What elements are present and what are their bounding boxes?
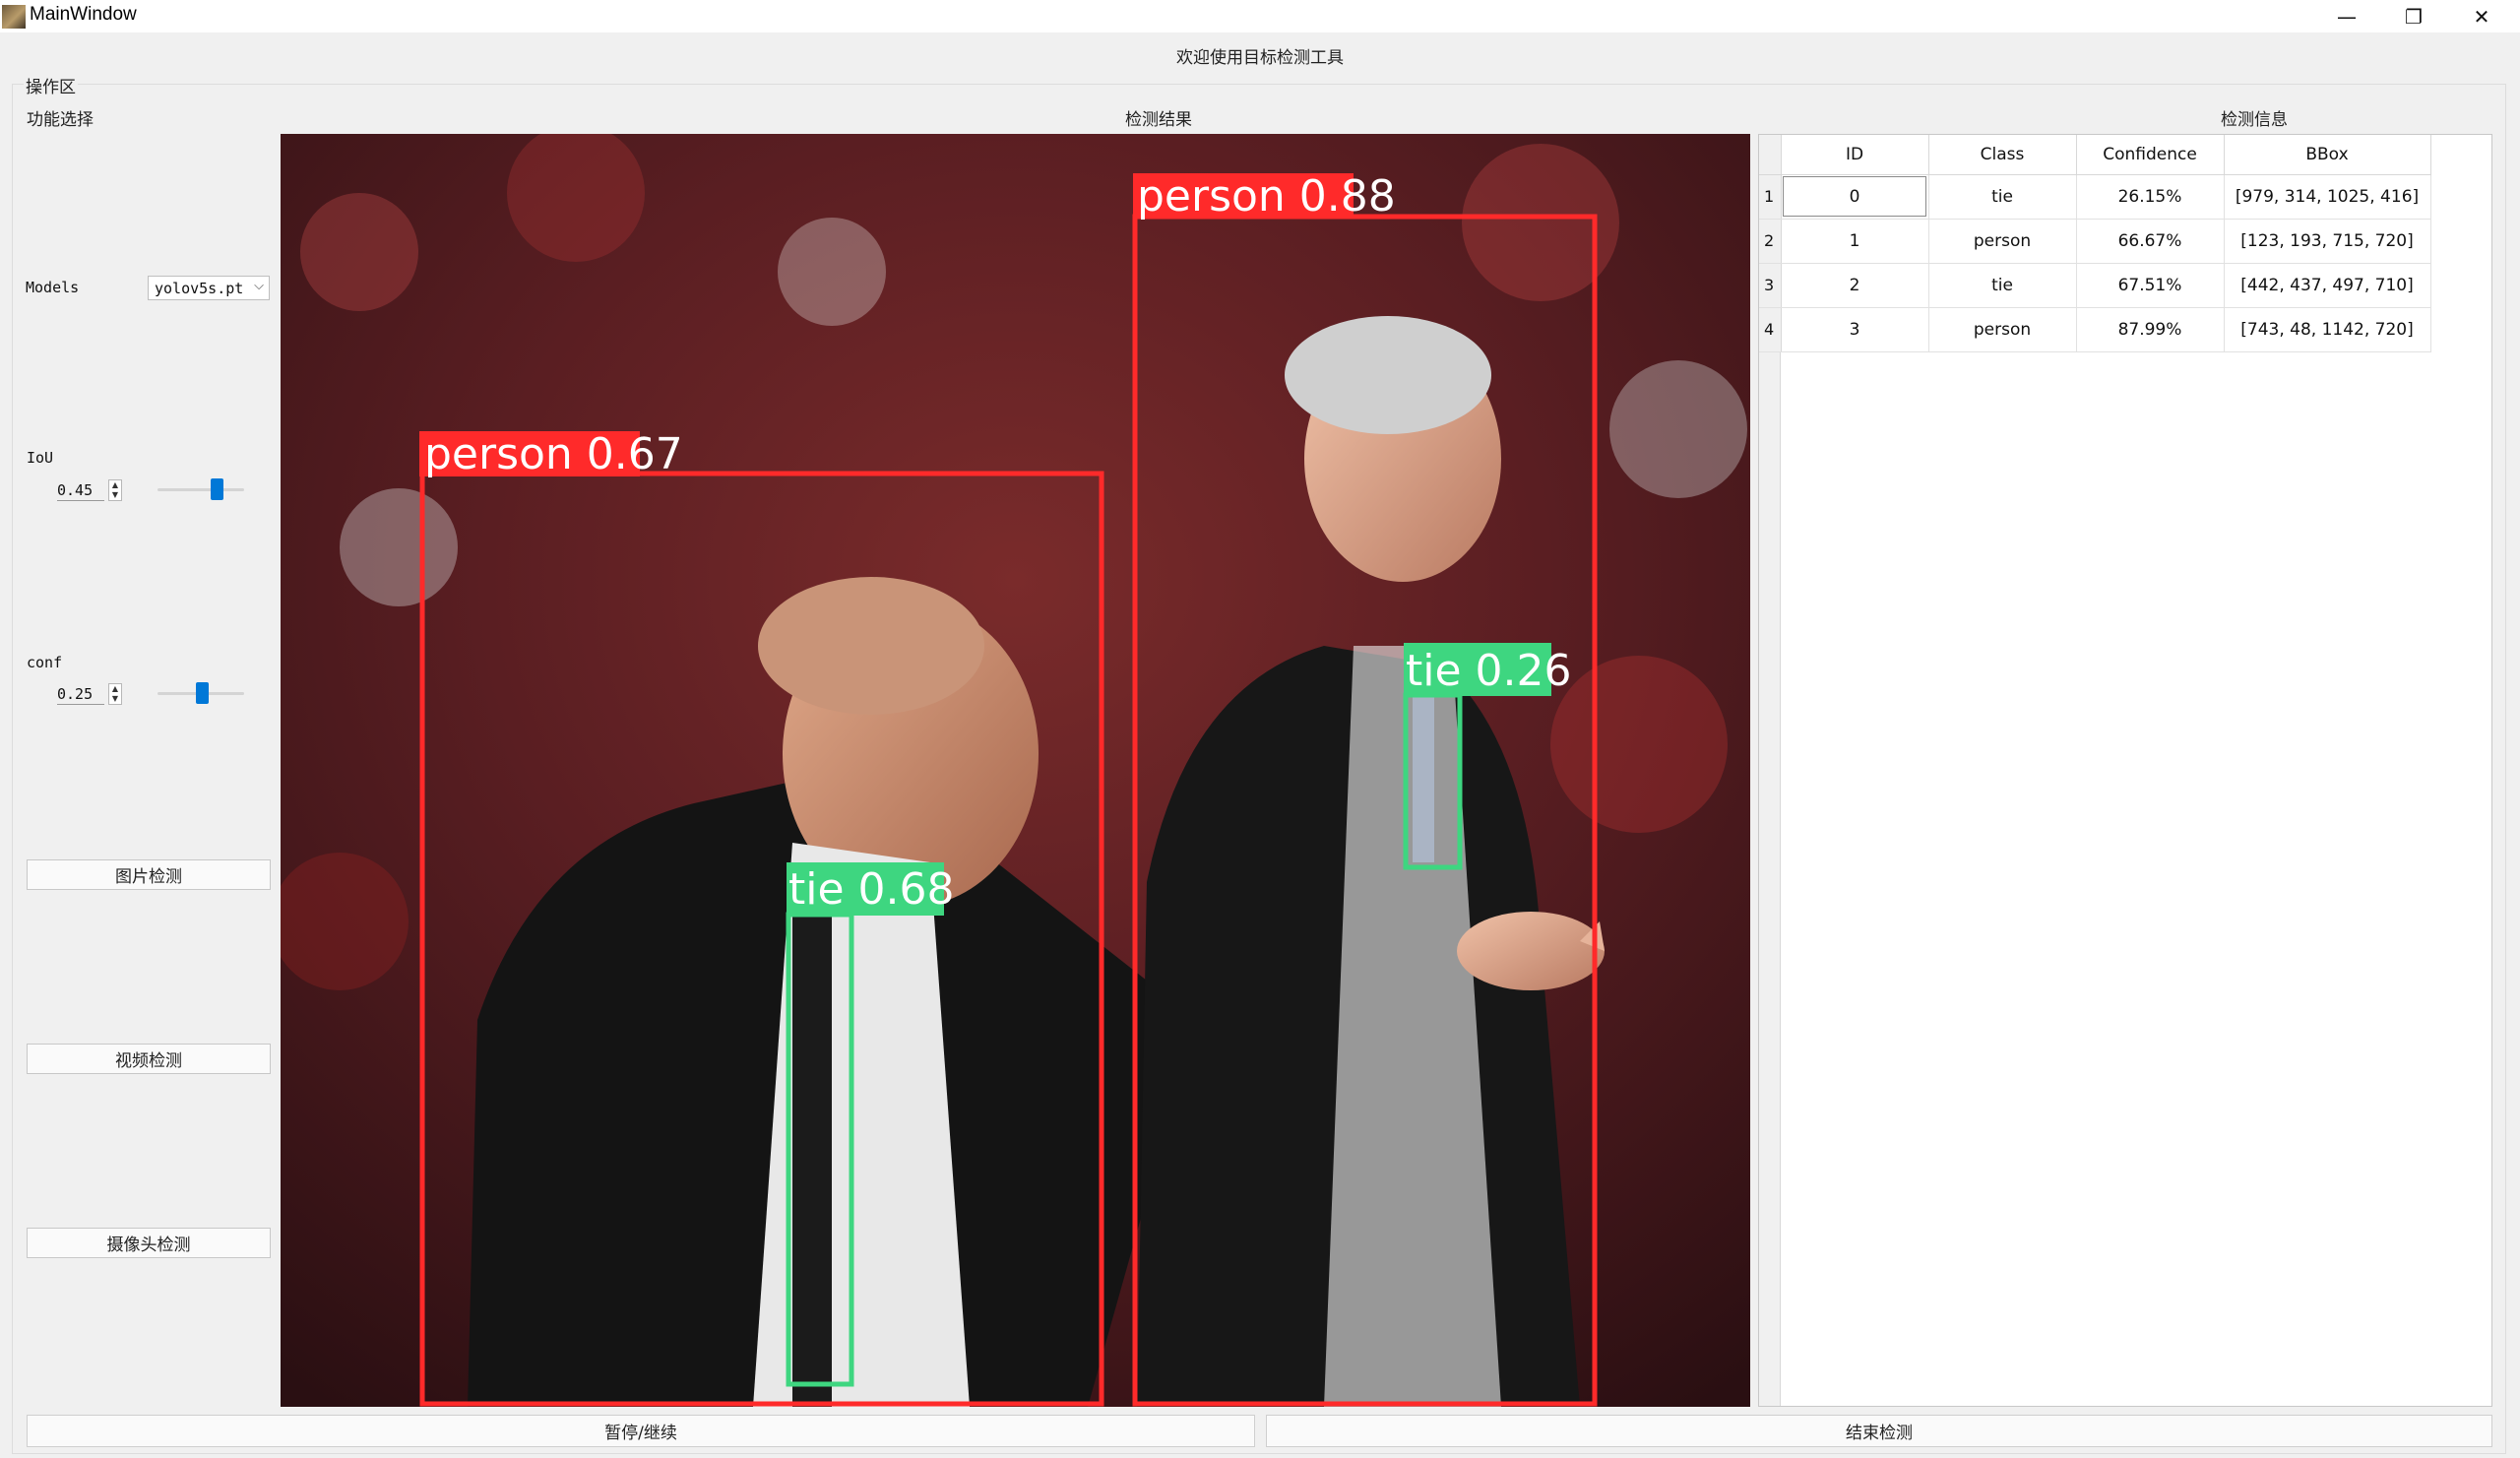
row-number[interactable]: 1 bbox=[1759, 174, 1782, 220]
maximize-button[interactable]: ❐ bbox=[2380, 0, 2447, 32]
window-title: MainWindow bbox=[30, 4, 137, 25]
cell-bbox[interactable]: [123, 193, 715, 720] bbox=[2224, 219, 2431, 264]
table-row[interactable]: 4 3 person 87.99% [743, 48, 1142, 720] bbox=[1759, 307, 2431, 352]
row-number[interactable]: 2 bbox=[1759, 219, 1782, 264]
table-corner[interactable] bbox=[1759, 135, 1782, 175]
spin-arrows-icon[interactable]: ▲ ▼ bbox=[108, 683, 122, 705]
table-header-row: ID Class Confidence BBox bbox=[1759, 135, 2431, 175]
column-header-class[interactable]: Class bbox=[1928, 135, 2077, 175]
column-header-id[interactable]: ID bbox=[1781, 135, 1929, 175]
detection-result-label: 检测结果 bbox=[1125, 110, 1192, 130]
slider-thumb[interactable] bbox=[196, 682, 209, 704]
cell-confidence[interactable]: 66.67% bbox=[2076, 219, 2225, 264]
cell-class[interactable]: person bbox=[1928, 219, 2077, 264]
operations-group-title: 操作区 bbox=[24, 73, 78, 97]
iou-spinbox[interactable]: 0.45 ▲ ▼ bbox=[55, 478, 124, 503]
spinbox-underline bbox=[57, 500, 104, 501]
stop-detection-button[interactable]: 结束检测 bbox=[1266, 1415, 2492, 1447]
welcome-title: 欢迎使用目标检测工具 bbox=[1176, 48, 1344, 68]
video-detect-button[interactable]: 视频检测 bbox=[27, 1044, 271, 1074]
model-select[interactable]: yolov5s.pt ⌵ bbox=[148, 276, 270, 300]
minimize-button[interactable]: — bbox=[2313, 0, 2380, 32]
row-number[interactable]: 4 bbox=[1759, 307, 1782, 352]
spinbox-underline bbox=[57, 704, 104, 705]
minimize-icon: — bbox=[2337, 4, 2357, 29]
close-button[interactable]: ✕ bbox=[2448, 0, 2515, 32]
cell-confidence[interactable]: 87.99% bbox=[2076, 307, 2225, 352]
detection-label: tie 0.26 bbox=[1406, 646, 1572, 696]
column-header-bbox[interactable]: BBox bbox=[2224, 135, 2431, 175]
iou-slider[interactable] bbox=[158, 478, 244, 500]
spin-arrows-icon[interactable]: ▲ ▼ bbox=[108, 479, 122, 501]
function-select-label: 功能选择 bbox=[27, 110, 94, 130]
cell-id[interactable]: 1 bbox=[1781, 219, 1929, 264]
column-header-confidence[interactable]: Confidence bbox=[2076, 135, 2225, 175]
iou-label: IoU bbox=[27, 449, 54, 467]
app-icon bbox=[2, 5, 26, 29]
cell-confidence[interactable]: 67.51% bbox=[2076, 263, 2225, 308]
cell-id[interactable]: 3 bbox=[1781, 307, 1929, 352]
slider-thumb[interactable] bbox=[211, 478, 223, 500]
camera-detect-button[interactable]: 摄像头检测 bbox=[27, 1228, 271, 1258]
table-row[interactable]: 3 2 tie 67.51% [442, 437, 497, 710] bbox=[1759, 263, 2431, 308]
detection-label: person 0.88 bbox=[1137, 171, 1396, 222]
model-select-value: yolov5s.pt bbox=[155, 280, 244, 297]
slider-track bbox=[158, 488, 244, 491]
detection-info-table-panel[interactable]: ID Class Confidence BBox 1 0 tie 26.15% … bbox=[1758, 134, 2492, 1407]
detection-info-label: 检测信息 bbox=[2221, 110, 2288, 130]
detection-image: person 0.67 person 0.88 tie 0.68 tie 0.2… bbox=[281, 134, 1750, 1407]
cell-confidence[interactable]: 26.15% bbox=[2076, 174, 2225, 220]
cell-class[interactable]: tie bbox=[1928, 174, 2077, 220]
detection-info-table[interactable]: ID Class Confidence BBox 1 0 tie 26.15% … bbox=[1759, 135, 2431, 352]
row-number[interactable]: 3 bbox=[1759, 263, 1782, 308]
conf-slider[interactable] bbox=[158, 682, 244, 704]
cell-id[interactable]: 0 bbox=[1781, 174, 1929, 220]
cell-class[interactable]: tie bbox=[1928, 263, 2077, 308]
title-bar: MainWindow — ❐ ✕ bbox=[0, 0, 2520, 32]
detection-label: person 0.67 bbox=[424, 429, 683, 479]
conf-label: conf bbox=[27, 654, 63, 671]
models-label: Models bbox=[26, 279, 80, 296]
iou-value: 0.45 bbox=[57, 481, 94, 499]
conf-value: 0.25 bbox=[57, 685, 94, 703]
conf-spinbox[interactable]: 0.25 ▲ ▼ bbox=[55, 682, 124, 707]
table-row[interactable]: 2 1 person 66.67% [123, 193, 715, 720] bbox=[1759, 219, 2431, 264]
cell-id[interactable]: 2 bbox=[1781, 263, 1929, 308]
image-detect-button[interactable]: 图片检测 bbox=[27, 859, 271, 890]
pause-resume-button[interactable]: 暂停/继续 bbox=[27, 1415, 1255, 1447]
cell-bbox[interactable]: [979, 314, 1025, 416] bbox=[2224, 174, 2431, 220]
cell-bbox[interactable]: [743, 48, 1142, 720] bbox=[2224, 307, 2431, 352]
detection-label: tie 0.68 bbox=[788, 864, 955, 915]
chevron-down-icon: ⌵ bbox=[254, 279, 264, 293]
cell-class[interactable]: person bbox=[1928, 307, 2077, 352]
close-icon: ✕ bbox=[2473, 4, 2490, 29]
cell-bbox[interactable]: [442, 437, 497, 710] bbox=[2224, 263, 2431, 308]
restore-icon: ❐ bbox=[2405, 4, 2423, 29]
table-row[interactable]: 1 0 tie 26.15% [979, 314, 1025, 416] bbox=[1759, 174, 2431, 220]
